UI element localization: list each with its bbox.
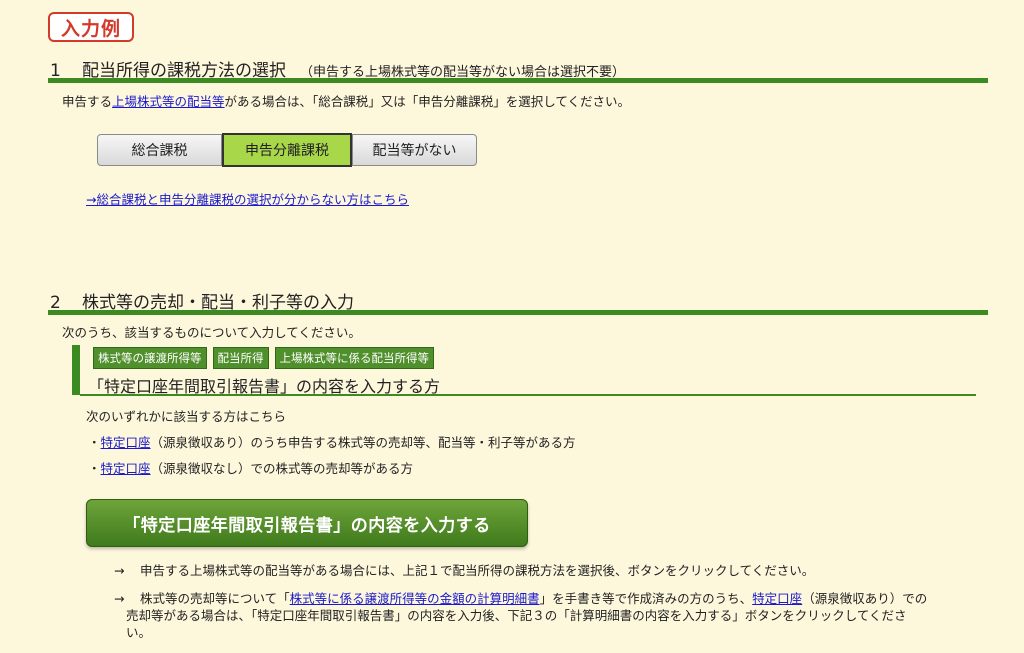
note-2: → 株式等の売却等について「株式等に係る譲渡所得等の金額の計算明細書」を手書き等で… xyxy=(114,590,994,641)
no-dividend-button[interactable]: 配当等がない xyxy=(352,134,477,166)
specific-account-link[interactable]: 特定口座 xyxy=(101,461,151,476)
taxation-help-link[interactable]: →総合課税と申告分離課税の選択が分からない方はこちら xyxy=(86,192,409,207)
transfer-income-calc-statement-link[interactable]: 株式等に係る譲渡所得等の金額の計算明細書 xyxy=(290,591,540,606)
note-2-text-b: 」を手書き等で作成済みの方のうち、 xyxy=(539,591,753,606)
desc-prefix: 申告する xyxy=(62,94,113,109)
subsection-rule xyxy=(80,394,976,396)
section2-description: 次のうち、該当するものについて入力してください。 xyxy=(62,325,361,340)
desc-suffix: がある場合は、「総合課税」又は「申告分離課税」を選択してください。 xyxy=(224,94,631,109)
specific-account-link[interactable]: 特定口座 xyxy=(101,435,151,450)
note-2-text-c: （源泉徴収あり）での xyxy=(802,591,928,606)
section1-rule xyxy=(48,78,988,83)
applies-intro: 次のいずれかに該当する方はこちら xyxy=(86,409,287,424)
income-type-tags: 株式等の譲渡所得等 配当所得 上場株式等に係る配当所得等 xyxy=(93,347,434,369)
input-example-badge: 入力例 xyxy=(48,12,134,42)
bullet-text: （源泉徴収あり）のうち申告する株式等の売却等、配当等・利子等がある方 xyxy=(150,435,576,450)
bullet-marker: ・ xyxy=(88,435,101,450)
taxation-help-link-wrap: →総合課税と申告分離課税の選択が分からない方はこちら xyxy=(86,189,409,208)
note-2-line2: 売却等がある場合は、「特定口座年間取引報告書」の内容を入力後、下記３の「計算明細… xyxy=(126,608,907,623)
taxation-method-selector: 総合課税 申告分離課税 配当等がない xyxy=(97,133,477,167)
listed-stock-dividend-link[interactable]: 上場株式等の配当等 xyxy=(112,94,225,109)
note-2-text-a: 株式等の売却等について「 xyxy=(140,591,290,606)
arrow-icon: → xyxy=(114,563,125,578)
tag-stock-transfer-income: 株式等の譲渡所得等 xyxy=(93,347,207,369)
note-1: → 申告する上場株式等の配当等がある場合には、上記１で配当所得の課税方法を選択後、… xyxy=(114,560,814,579)
note-2-line1: → 株式等の売却等について「株式等に係る譲渡所得等の金額の計算明細書」を手書き等で… xyxy=(114,590,994,607)
tag-listed-stock-dividend-income: 上場株式等に係る配当所得等 xyxy=(274,347,434,369)
comprehensive-taxation-button[interactable]: 総合課税 xyxy=(97,134,222,166)
subsection-accent-bar xyxy=(72,345,80,395)
note-1-text: 申告する上場株式等の配当等がある場合には、上記１で配当所得の課税方法を選択後、ボ… xyxy=(140,563,815,578)
bullet-marker: ・ xyxy=(88,461,101,476)
bullet-item: ・特定口座（源泉徴収あり）のうち申告する株式等の売却等、配当等・利子等がある方 xyxy=(88,432,576,451)
arrow-icon: → xyxy=(114,591,125,606)
bullet-item: ・特定口座（源泉徴収なし）での株式等の売却等がある方 xyxy=(88,458,413,477)
section1-description: 申告する上場株式等の配当等がある場合は、「総合課税」又は「申告分離課税」を選択し… xyxy=(62,91,630,110)
bullet-text: （源泉徴収なし）での株式等の売却等がある方 xyxy=(150,461,414,476)
section2-rule xyxy=(48,310,988,315)
note-2-line3: い。 xyxy=(126,625,152,640)
specific-account-link[interactable]: 特定口座 xyxy=(752,591,802,606)
tag-dividend-income: 配当所得 xyxy=(212,347,269,369)
separate-taxation-button[interactable]: 申告分離課税 xyxy=(222,133,352,167)
enter-annual-report-button[interactable]: 「特定口座年間取引報告書」の内容を入力する xyxy=(86,499,528,547)
